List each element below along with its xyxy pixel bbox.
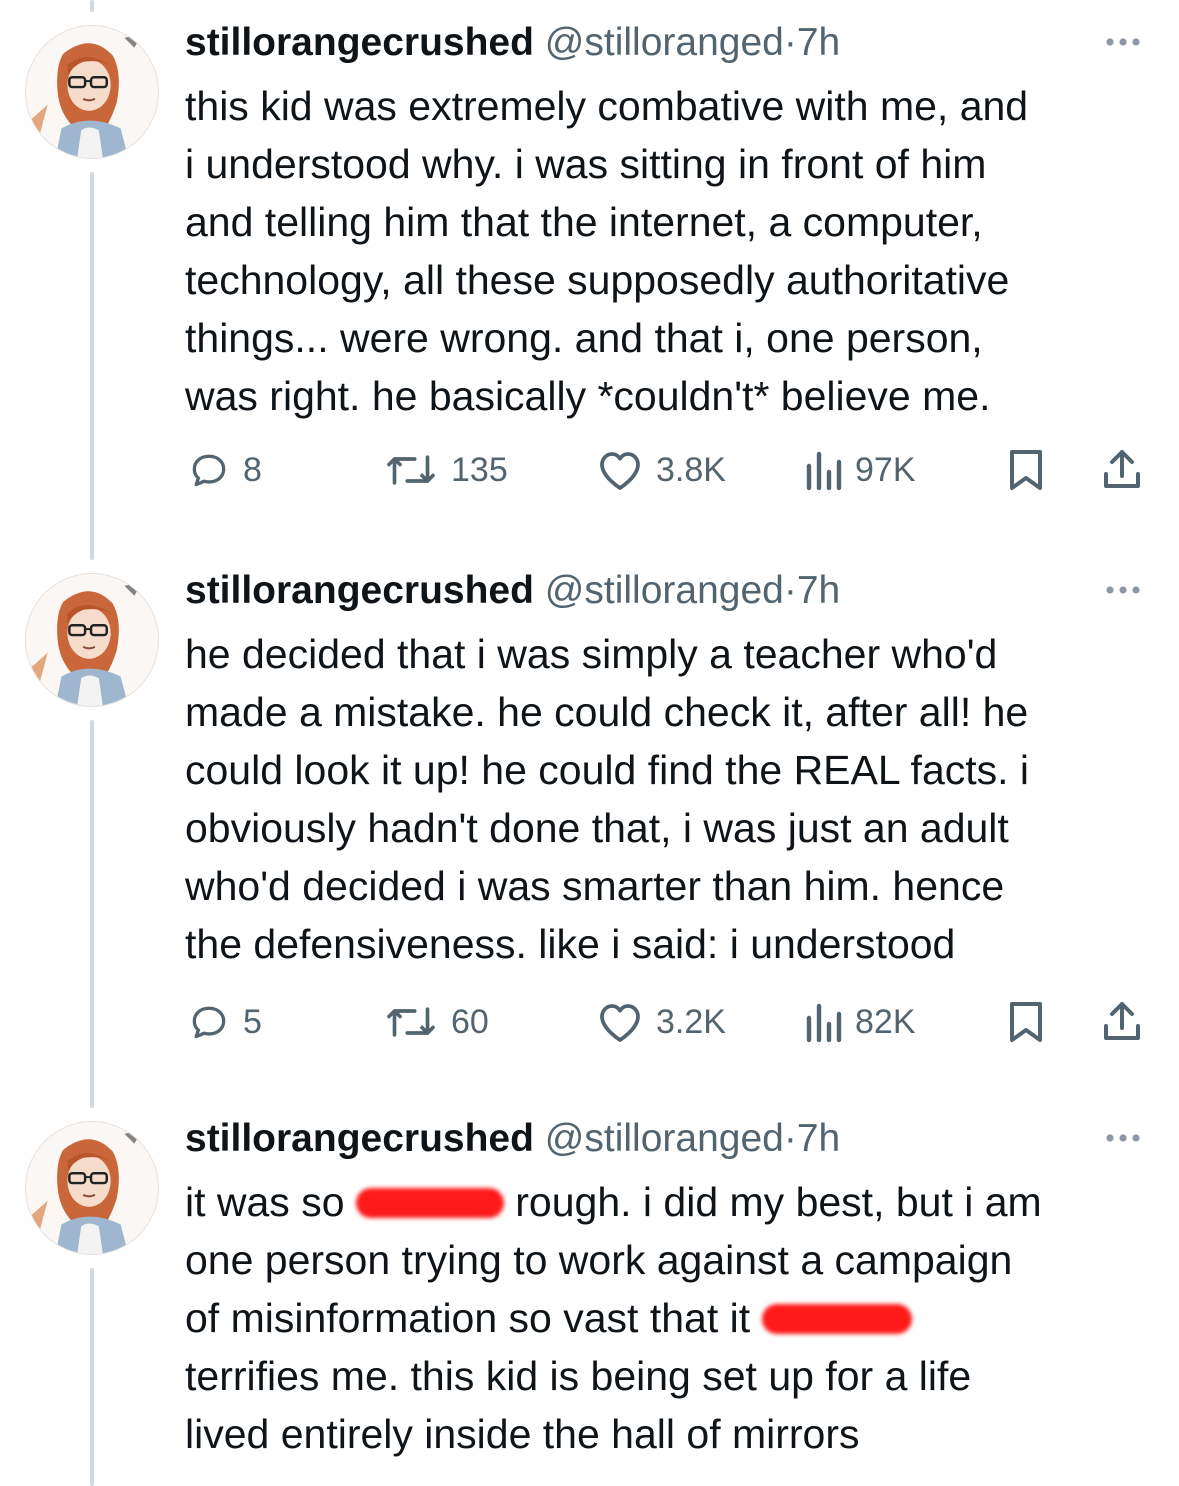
repost-count: 60 bbox=[451, 1002, 489, 1041]
avatar[interactable] bbox=[25, 573, 159, 707]
bookmark-icon bbox=[1010, 1002, 1042, 1042]
avatar-illustration bbox=[30, 581, 143, 706]
views-count: 97K bbox=[855, 450, 916, 489]
views-icon bbox=[806, 451, 842, 491]
text-line: terrifies me. this kid is being set up f… bbox=[185, 1353, 972, 1399]
timestamp[interactable]: 7h bbox=[797, 569, 840, 612]
views-count: 82K bbox=[855, 1002, 916, 1041]
text-line: of misinformation so vast that it bbox=[185, 1289, 1145, 1347]
repost-button[interactable]: 135 bbox=[383, 438, 508, 502]
more-button[interactable] bbox=[1098, 1116, 1148, 1156]
tweet-actions: 8 135 3.8K 97K bbox=[0, 438, 1179, 502]
reply-count: 5 bbox=[243, 1002, 262, 1041]
display-name[interactable]: stillorangecrushed bbox=[185, 569, 534, 612]
text-line: one person trying to work against a camp… bbox=[185, 1237, 1013, 1283]
tweet-header: stillorangecrushed @stilloranged·7h bbox=[185, 566, 840, 616]
share-button[interactable] bbox=[1100, 438, 1144, 502]
tweet-header: stillorangecrushed @stilloranged·7h bbox=[185, 18, 840, 68]
user-handle[interactable]: @stilloranged bbox=[545, 569, 784, 612]
redaction-mark bbox=[761, 1304, 912, 1334]
reply-icon bbox=[192, 1006, 226, 1039]
tweet[interactable]: stillorangecrushed @stilloranged·7h it w… bbox=[0, 1096, 1179, 1486]
more-button[interactable] bbox=[1098, 20, 1148, 60]
like-icon bbox=[600, 452, 640, 490]
views-button[interactable]: 97K bbox=[803, 438, 916, 502]
views-button[interactable]: 82K bbox=[803, 990, 916, 1054]
display-name[interactable]: stillorangecrushed bbox=[185, 1117, 534, 1160]
like-count: 3.2K bbox=[656, 1002, 726, 1041]
views-icon bbox=[806, 1003, 842, 1043]
tweet-text: this kid was extremely combative with me… bbox=[185, 83, 1029, 419]
reply-button[interactable]: 8 bbox=[187, 438, 262, 502]
text-segment: of misinformation so vast that it bbox=[185, 1295, 762, 1341]
more-icon bbox=[1106, 586, 1140, 594]
text-segment: it was so bbox=[185, 1179, 356, 1225]
text-line: it was so rough. i did my best, but i am bbox=[185, 1173, 1145, 1231]
avatar-illustration bbox=[30, 1129, 143, 1254]
share-icon bbox=[1104, 1002, 1140, 1040]
redaction-mark bbox=[355, 1188, 504, 1218]
separator-dot: · bbox=[783, 1117, 797, 1160]
repost-button[interactable]: 60 bbox=[383, 990, 489, 1054]
reply-icon bbox=[192, 454, 226, 487]
avatar-illustration bbox=[30, 33, 143, 158]
reply-count: 8 bbox=[243, 450, 262, 489]
bookmark-icon bbox=[1010, 450, 1042, 490]
tweet[interactable]: stillorangecrushed @stilloranged·7h this… bbox=[0, 0, 1179, 550]
timestamp[interactable]: 7h bbox=[797, 21, 840, 64]
user-handle[interactable]: @stilloranged bbox=[545, 21, 784, 64]
like-count: 3.8K bbox=[656, 450, 726, 489]
repost-icon bbox=[387, 1007, 435, 1037]
tweet[interactable]: stillorangecrushed @stilloranged·7h he d… bbox=[0, 548, 1179, 1098]
separator-dot: · bbox=[783, 569, 797, 612]
timestamp[interactable]: 7h bbox=[797, 1117, 840, 1160]
reply-button[interactable]: 5 bbox=[187, 990, 262, 1054]
share-icon bbox=[1104, 450, 1140, 488]
tweet-actions: 5 60 3.2K 82K bbox=[0, 990, 1179, 1054]
more-icon bbox=[1106, 1134, 1140, 1142]
avatar[interactable] bbox=[25, 1121, 159, 1255]
share-button[interactable] bbox=[1100, 990, 1144, 1054]
avatar[interactable] bbox=[25, 25, 159, 159]
tweet-text: it was so rough. i did my best, but i am… bbox=[185, 1173, 1145, 1463]
separator-dot: · bbox=[783, 21, 797, 64]
text-segment: rough. i did my best, but i am bbox=[503, 1179, 1042, 1225]
more-button[interactable] bbox=[1098, 568, 1148, 608]
bookmark-button[interactable] bbox=[1004, 438, 1048, 502]
like-icon bbox=[600, 1004, 640, 1042]
repost-icon bbox=[387, 455, 435, 485]
tweet-header: stillorangecrushed @stilloranged·7h bbox=[185, 1114, 840, 1164]
like-button[interactable]: 3.8K bbox=[596, 438, 726, 502]
more-icon bbox=[1106, 38, 1140, 46]
display-name[interactable]: stillorangecrushed bbox=[185, 21, 534, 64]
bookmark-button[interactable] bbox=[1004, 990, 1048, 1054]
text-line: lived entirely inside the hall of mirror… bbox=[185, 1411, 860, 1457]
repost-count: 135 bbox=[451, 450, 508, 489]
like-button[interactable]: 3.2K bbox=[596, 990, 726, 1054]
user-handle[interactable]: @stilloranged bbox=[545, 1117, 784, 1160]
tweet-text: he decided that i was simply a teacher w… bbox=[185, 631, 1030, 967]
